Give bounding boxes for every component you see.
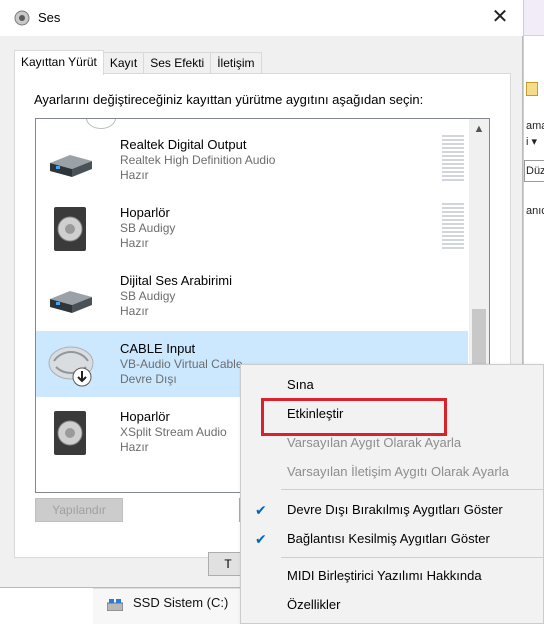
menu-item-label: Bağlantısı Kesilmiş Aygıtları Göster [287, 531, 490, 546]
device-name: Hoparlör [120, 409, 170, 424]
menu-item-show-disabled[interactable]: ✔ Devre Dışı Bırakılmış Aygıtları Göster [241, 498, 544, 522]
device-driver: VB-Audio Virtual Cable [120, 357, 243, 371]
device-item[interactable]: Hoparlör SB Audigy Hazır [36, 195, 468, 261]
cable-input-icon [48, 346, 94, 387]
device-driver: SB Audigy [120, 221, 176, 235]
menu-item-label: Sına [287, 377, 314, 392]
tab-bar: Kayıttan Yürüt Kayıt Ses Efekti İletişim [14, 50, 262, 75]
speaker-app-icon [14, 10, 30, 26]
chevron-up-icon: ▲ [473, 123, 485, 135]
device-status: Hazır [120, 304, 149, 318]
menu-item-show-disconnected[interactable]: ✔ Bağlantısı Kesilmiş Aygıtları Göster [241, 527, 544, 551]
device-name: Realtek Digital Output [120, 137, 247, 152]
device-name: Hoparlör [120, 205, 170, 220]
device-item[interactable]: Realtek Digital Output Realtek High Defi… [36, 127, 468, 193]
device-status: Devre Dışı [120, 372, 177, 386]
drive-label: SSD Sistem (C:) [133, 595, 229, 610]
background-window: ama i ▾ Düz anıc [523, 0, 544, 370]
background-text: anıc [526, 205, 544, 217]
drive-icon [107, 599, 123, 611]
menu-item-label: Özellikler [287, 597, 341, 612]
digital-output-icon [50, 291, 92, 313]
device-item[interactable]: Dijital Ses Arabirimi SB Audigy Hazır [36, 263, 468, 329]
background-text: Düz [526, 165, 544, 177]
instructions-text: Ayarlarını değiştireceğiniz kayıttan yür… [34, 92, 424, 107]
configure-button[interactable]: Yapılandır [35, 498, 123, 522]
device-status: Hazır [120, 236, 149, 250]
window-title: Ses [38, 10, 61, 25]
speaker-icon [54, 411, 86, 455]
close-button[interactable]: ✕ [477, 0, 523, 32]
device-driver: XSplit Stream Audio [120, 425, 227, 439]
level-meter [442, 135, 464, 181]
device-name: Dijital Ses Arabirimi [120, 273, 232, 288]
scroll-up-button[interactable]: ▲ [469, 119, 489, 139]
folder-icon [526, 82, 538, 96]
title-bar[interactable]: Ses ✕ [0, 0, 523, 36]
tab-communications[interactable]: İletişim [210, 52, 262, 74]
checkmark-icon: ✔ [255, 531, 267, 547]
device-driver: Realtek High Definition Audio [120, 153, 276, 167]
menu-item-test[interactable]: Sına [241, 373, 544, 397]
checkmark-icon: ✔ [255, 502, 267, 518]
background-ribbon [524, 0, 544, 36]
tab-recording[interactable]: Kayıt [102, 52, 145, 74]
menu-item-properties[interactable]: Özellikler [241, 593, 544, 617]
device-status: Hazır [120, 168, 149, 182]
device-name: CABLE Input [120, 341, 196, 356]
tab-sounds[interactable]: Ses Efekti [143, 52, 212, 74]
device-driver: SB Audigy [120, 289, 176, 303]
digital-output-icon [50, 155, 92, 177]
background-text: i ▾ [526, 136, 538, 148]
close-icon: ✕ [491, 5, 509, 28]
background-text: ama [526, 120, 544, 132]
context-menu: Sına Etkinleştir Varsayılan Aygıt Olarak… [240, 364, 544, 624]
menu-item-midi-about[interactable]: MIDI Birleştirici Yazılımı Hakkında [241, 564, 544, 588]
speaker-icon [54, 207, 86, 251]
menu-item-label: Varsayılan İletişim Aygıtı Olarak Ayarla [287, 464, 509, 479]
tab-playback[interactable]: Kayıttan Yürüt [14, 50, 104, 75]
level-meter [442, 203, 464, 249]
menu-item-set-default-communication[interactable]: Varsayılan İletişim Aygıtı Olarak Ayarla [241, 460, 544, 484]
menu-separator [281, 557, 543, 558]
menu-separator [281, 489, 543, 490]
menu-item-label: MIDI Birleştirici Yazılımı Hakkında [287, 568, 482, 583]
menu-item-label: Devre Dışı Bırakılmış Aygıtları Göster [287, 502, 503, 517]
highlight-annotation [261, 398, 447, 436]
device-status: Hazır [120, 440, 149, 454]
